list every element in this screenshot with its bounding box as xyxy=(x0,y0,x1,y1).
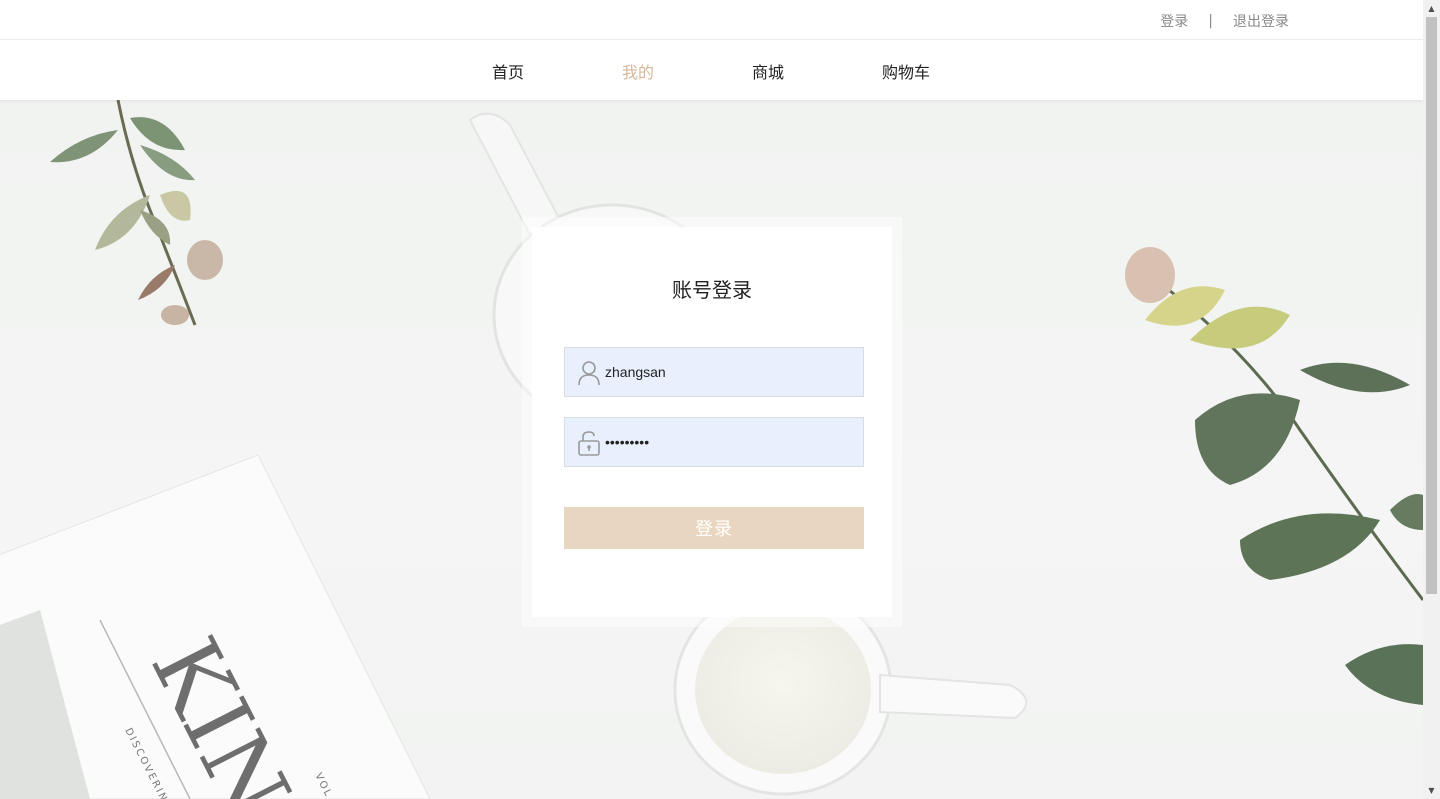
page-scrollbar[interactable]: ▲ ▼ xyxy=(1423,0,1440,799)
nav-item-mine[interactable]: 我的 xyxy=(622,59,654,83)
login-link[interactable]: 登录 xyxy=(1160,11,1188,31)
nav-item-home[interactable]: 首页 xyxy=(492,59,524,83)
scrollbar-thumb[interactable] xyxy=(1426,17,1437,594)
username-field-wrapper xyxy=(564,347,864,397)
nav-item-mall[interactable]: 商城 xyxy=(752,59,784,83)
login-panel: 账号登录 登录 xyxy=(532,227,892,617)
top-utility-bar: 登录 | 退出登录 xyxy=(0,0,1423,40)
lock-icon xyxy=(578,431,600,456)
nav-item-cart[interactable]: 购物车 xyxy=(882,59,930,83)
auth-links-separator: | xyxy=(1208,13,1213,29)
auth-links: 登录 | 退出登录 xyxy=(1160,11,1289,31)
book-illustration: KIN DISCOVERIN VOL xyxy=(0,454,431,799)
user-icon xyxy=(578,361,600,386)
login-submit-button[interactable]: 登录 xyxy=(564,507,864,549)
logout-link[interactable]: 退出登录 xyxy=(1233,11,1289,31)
page: 登录 | 退出登录 首页 我的 商城 购物车 KIN DISCOVERIN VO… xyxy=(0,0,1423,799)
login-title: 账号登录 xyxy=(672,278,752,302)
right-plant-illustration xyxy=(1125,247,1423,705)
left-plant-illustration xyxy=(50,100,223,326)
username-input[interactable] xyxy=(605,348,855,396)
main-nav: 首页 我的 商城 购物车 xyxy=(0,40,1423,100)
scroll-down-arrow-icon[interactable]: ▼ xyxy=(1423,782,1440,799)
scroll-up-arrow-icon[interactable]: ▲ xyxy=(1423,0,1440,17)
password-field-wrapper xyxy=(564,417,864,467)
login-panel-frame: 账号登录 登录 xyxy=(522,217,902,627)
password-input[interactable] xyxy=(605,418,855,466)
